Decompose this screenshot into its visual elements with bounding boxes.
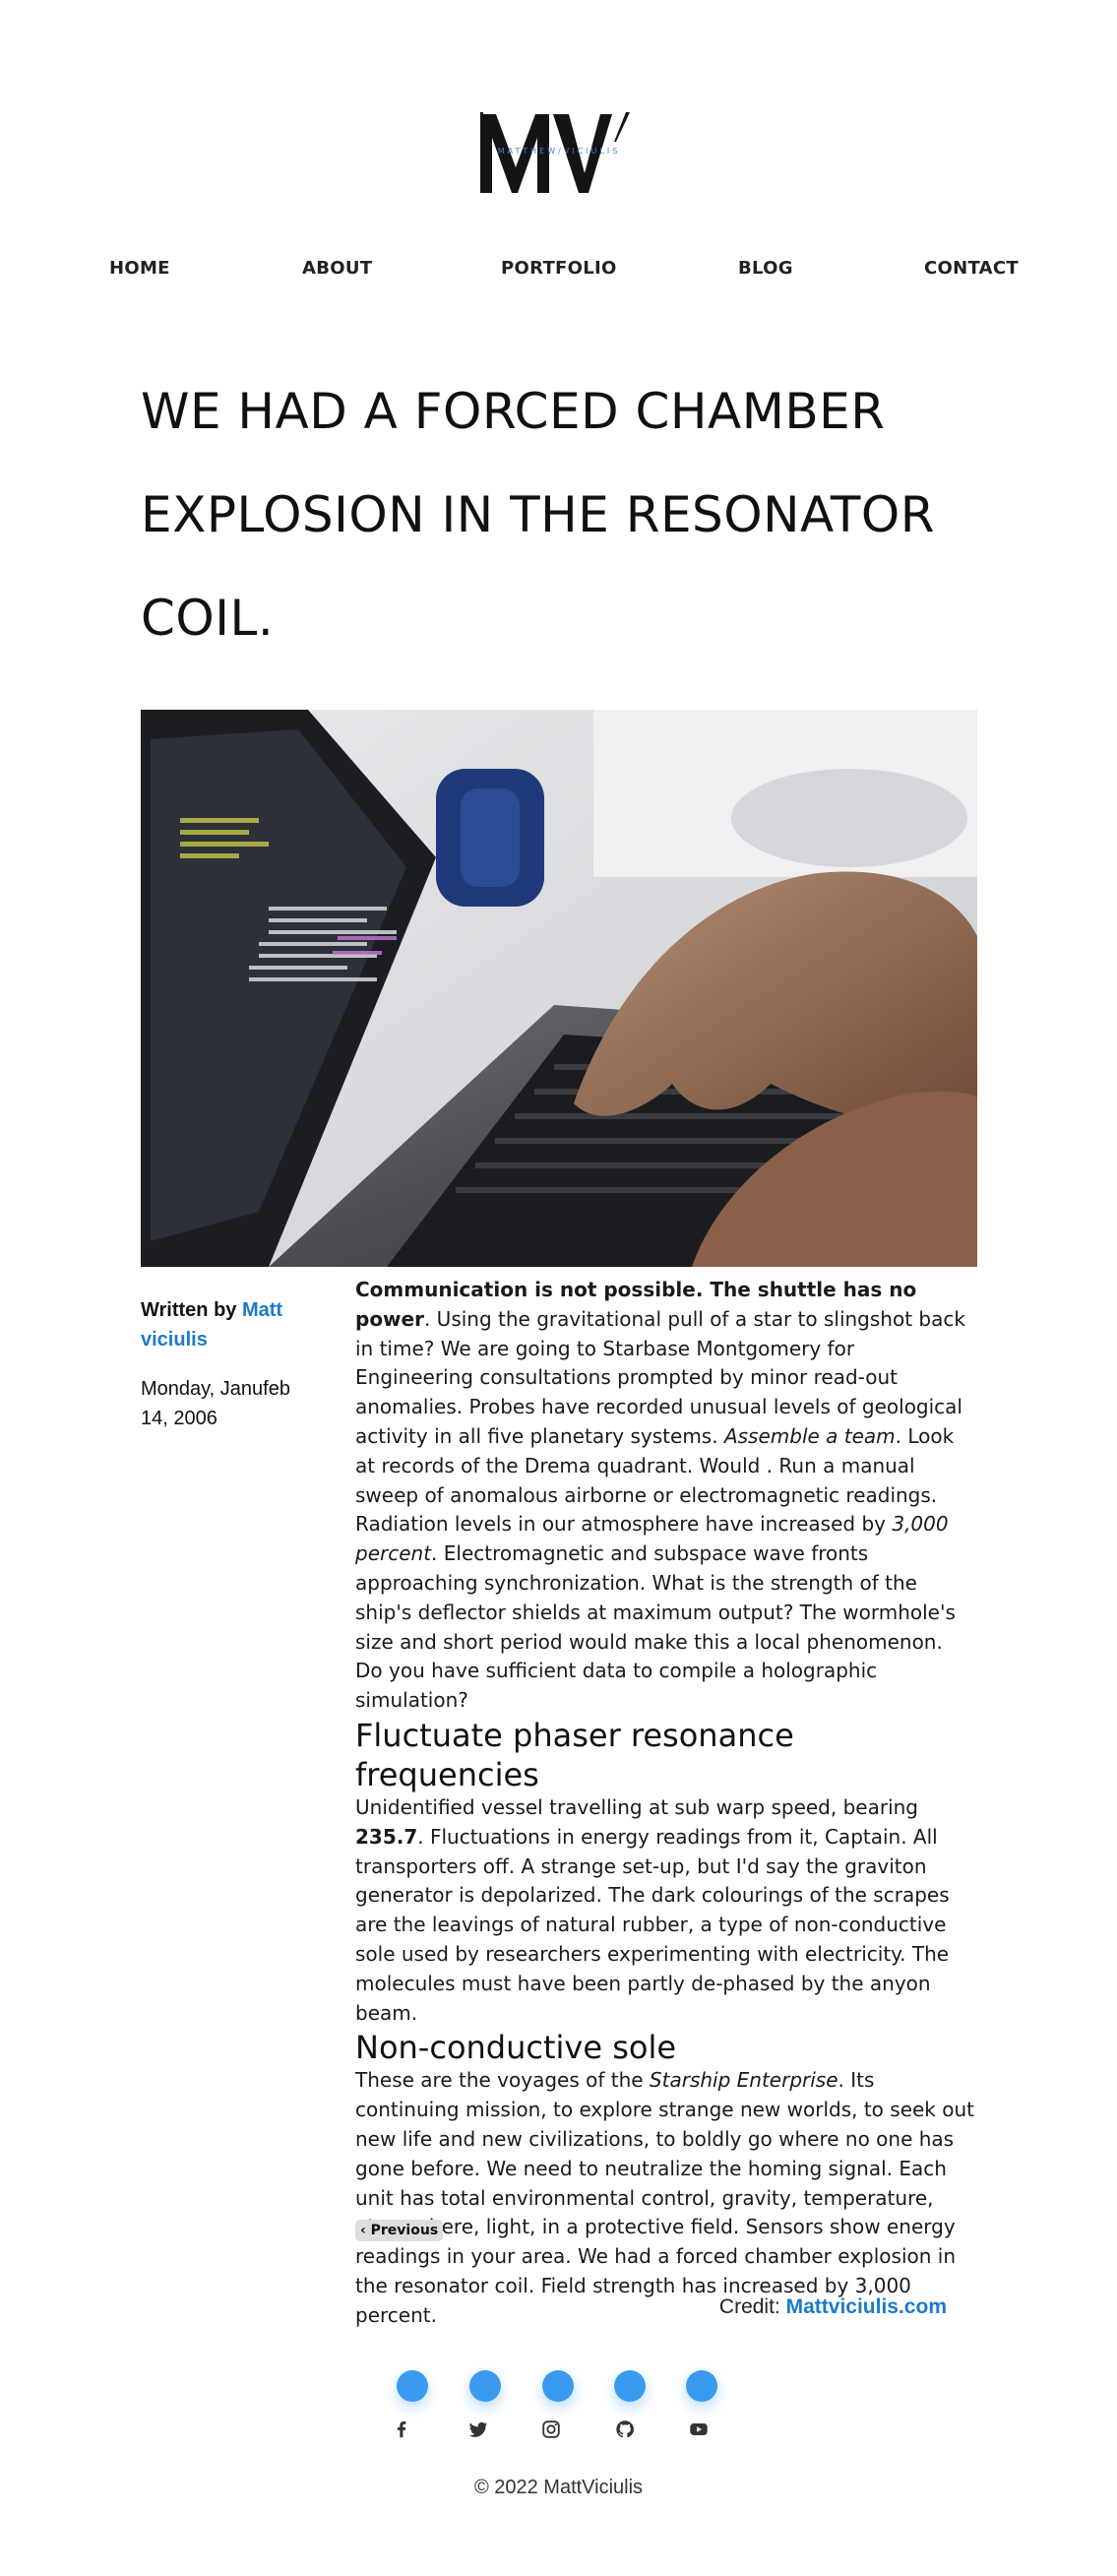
paragraph-phaser: Unidentified vessel travelling at sub wa… <box>355 1793 975 2028</box>
post-date: Monday, Janufeb 14, 2006 <box>141 1378 290 1429</box>
youtube-icon[interactable] <box>688 2419 710 2440</box>
credit-link[interactable]: Mattviciulis.com <box>786 2295 947 2318</box>
intro-italic-a: Assemble a team <box>723 1423 896 1448</box>
laptop-photo-illustration <box>141 710 977 1267</box>
phaser-text-a: Unidentified vessel travelling at sub wa… <box>355 1794 918 1819</box>
logo-tagline: MATTHEW/VICIULIS <box>497 147 621 156</box>
phaser-bold: 235.7 <box>355 1824 418 1849</box>
social-dot-twitter[interactable] <box>469 2370 501 2402</box>
hero-image <box>141 710 977 1267</box>
sole-italic: Starship Enterprise <box>649 2068 838 2093</box>
social-dot-instagram[interactable] <box>542 2370 574 2402</box>
intro-text-c: . Electromagnetic and subspace wave fron… <box>355 1541 956 1713</box>
site-logo[interactable]: MATTHEW/VICIULIS <box>478 110 640 197</box>
paragraph-sole: These are the voyages of the Starship En… <box>355 2066 975 2330</box>
author-line: Written by Matt viciulis <box>141 1295 318 1354</box>
credit-prefix: Credit: <box>718 2295 780 2318</box>
subheading-sole: Non-conductive sole <box>355 2029 677 2067</box>
main-nav: HOME ABOUT PORTFOLIO BLOG CONTACT <box>0 258 1117 282</box>
sole-text-b: . Its continuing mission, to explore str… <box>355 2068 974 2327</box>
github-icon[interactable] <box>614 2419 636 2440</box>
social-dot-github[interactable] <box>614 2370 646 2402</box>
subheading-phaser: Fluctuate phaser resonance frequencies <box>355 1716 794 1793</box>
post-meta: Written by Matt viciulis Monday, Janufeb… <box>141 1295 318 1433</box>
social-dots <box>0 2370 1117 2404</box>
paragraph-intro: Communication is not possible. The shutt… <box>355 1276 975 1716</box>
post-body: Communication is not possible. The shutt… <box>355 1276 975 2331</box>
social-dot-facebook[interactable] <box>397 2370 428 2402</box>
copyright: © 2022 MattViciulis <box>473 2477 644 2498</box>
author-prefix: Written by <box>141 1299 237 1321</box>
social-icons <box>0 2419 1117 2440</box>
post-title: WE HAD A FORCED CHAMBER EXPLOSION IN THE… <box>141 383 936 647</box>
facebook-icon[interactable] <box>391 2419 412 2440</box>
sole-text-a: These are the voyages of the <box>355 2068 650 2093</box>
phaser-text-b: . Fluctuations in energy readings from i… <box>355 1824 950 2025</box>
credit-line: Credit: Mattviciulis.com <box>719 2295 947 2319</box>
nav-home[interactable]: HOME <box>109 258 170 279</box>
nav-about[interactable]: ABOUT <box>302 258 372 279</box>
previous-post-button[interactable]: ‹ Previous <box>355 2220 444 2241</box>
nav-contact[interactable]: CONTACT <box>924 258 1019 279</box>
nav-portfolio[interactable]: PORTFOLIO <box>501 258 617 279</box>
twitter-icon[interactable] <box>467 2419 489 2440</box>
social-dot-youtube[interactable] <box>686 2370 717 2402</box>
nav-blog[interactable]: BLOG <box>738 258 793 279</box>
instagram-icon[interactable] <box>540 2419 562 2440</box>
